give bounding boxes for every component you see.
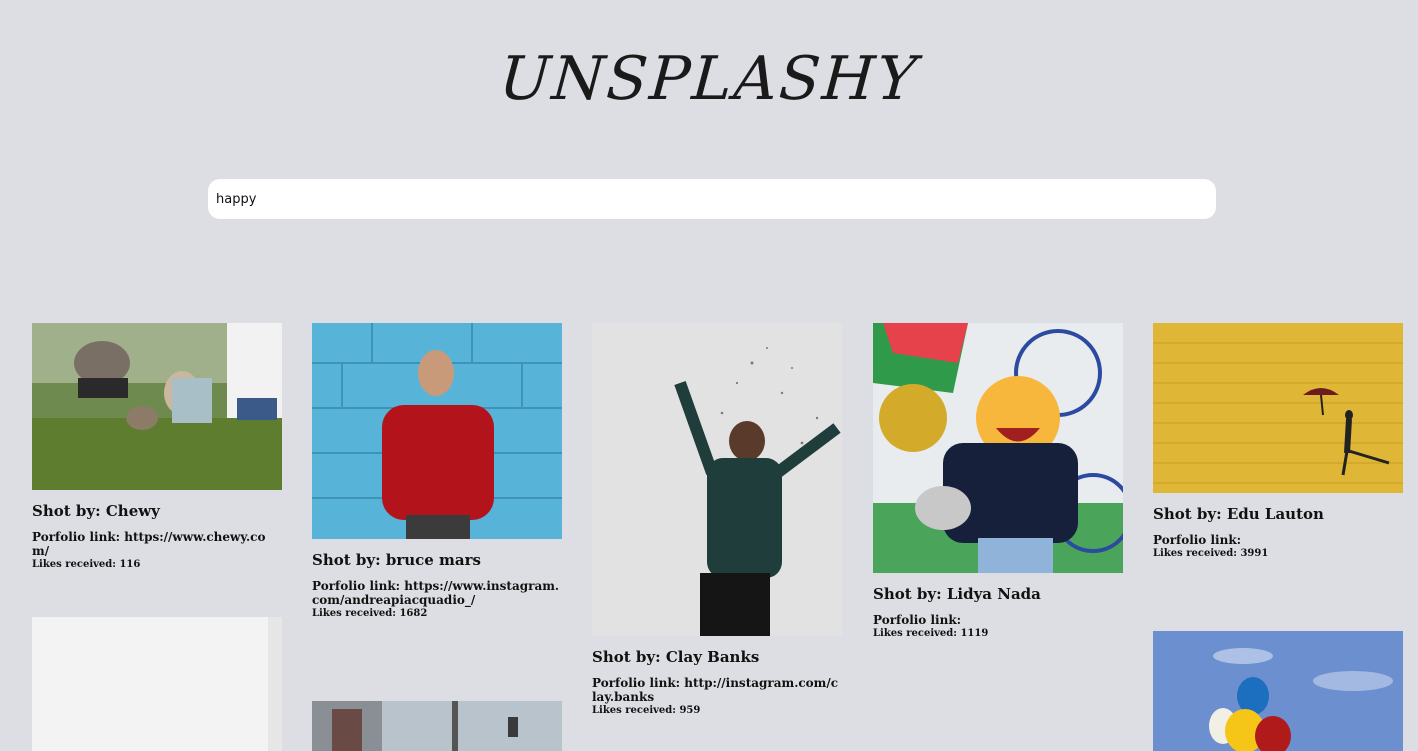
portfolio-link[interactable]: Porfolio link: https://www.chewy.com/: [32, 530, 282, 558]
portfolio-link[interactable]: Porfolio link:: [873, 613, 1123, 627]
photo-card: Shot by: bruce mars Porfolio link: https…: [312, 323, 562, 620]
portfolio-link[interactable]: Porfolio link:: [1153, 533, 1403, 547]
photo-image[interactable]: [32, 323, 282, 490]
photographer-name: Shot by: Chewy: [32, 502, 160, 520]
photo-card: [32, 617, 282, 751]
likes-count: Likes received: 3991: [1153, 548, 1269, 559]
photo-card: Shot by: Lidya Nada Porfolio link: Likes…: [873, 323, 1123, 640]
photo-card: Shot by: Edu Lauton Porfolio link: Likes…: [1153, 323, 1403, 560]
photo-image[interactable]: [32, 617, 282, 751]
photo-image[interactable]: [312, 701, 562, 751]
likes-count: Likes received: 959: [592, 705, 701, 716]
photo-image[interactable]: [1153, 323, 1403, 493]
photographer-name: Shot by: bruce mars: [312, 551, 481, 569]
portfolio-link[interactable]: Porfolio link: https://www.instagram.com…: [312, 579, 562, 607]
photographer-name: Shot by: Clay Banks: [592, 648, 760, 666]
photo-image[interactable]: [312, 323, 562, 539]
photo-image[interactable]: [873, 323, 1123, 573]
likes-count: Likes received: 1682: [312, 608, 428, 619]
likes-count: Likes received: 1119: [873, 628, 989, 639]
photo-card: Shot by: Clay Banks Porfolio link: http:…: [592, 323, 842, 717]
app-logo: UNSPLASHY: [497, 44, 921, 114]
photo-image[interactable]: [1153, 631, 1403, 751]
photographer-name: Shot by: Edu Lauton: [1153, 505, 1324, 523]
photo-card: [312, 701, 562, 751]
portfolio-link[interactable]: Porfolio link: http://instagram.com/clay…: [592, 676, 842, 704]
likes-count: Likes received: 116: [32, 559, 141, 570]
photo-card: [1153, 631, 1403, 751]
photographer-name: Shot by: Lidya Nada: [873, 585, 1041, 603]
photo-card: Shot by: Chewy Porfolio link: https://ww…: [32, 323, 282, 571]
photo-image[interactable]: [592, 323, 842, 636]
search-input[interactable]: [208, 179, 1216, 219]
